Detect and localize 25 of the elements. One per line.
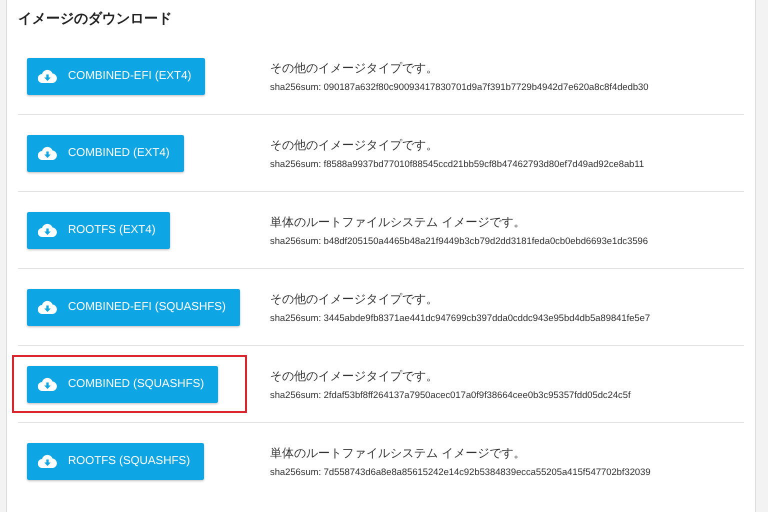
image-description: その他のイメージタイプです。 [270,137,439,154]
checksum-text: sha256sum: b48df205150a4465b48a21f9449b3cb79d2dd3181feda0cb0ebd6693e1dc3596 [270,235,648,246]
download-button[interactable]: COMBINED (EXT4) [27,134,184,172]
checksum-text: sha256sum: 3445abde9fb8371ae441dc947699cb397dda0cddc943e95bd4db5a89841fe5e7 [270,312,650,323]
download-button[interactable]: COMBINED-EFI (SQUASHFS) [27,288,240,326]
cloud-download-icon [38,454,57,468]
cloud-download-icon [38,223,57,237]
section-title: イメージのダウンロード [18,10,173,28]
checksum-text: sha256sum: 7d558743d6a8e8a85615242e14c92b5384839ecca55205a415f547702bf32039 [270,466,651,477]
download-button[interactable]: COMBINED (SQUASHFS) [27,366,218,402]
download-button[interactable]: ROOTFS (SQUASHFS) [27,442,204,480]
checksum-text: sha256sum: f8588a9937bd77010f88545ccd21bb59cf8b47462793d80ef7d49ad92ce8ab11 [270,158,644,169]
image-description: その他のイメージタイプです。 [270,291,439,308]
checksum-text: sha256sum: 2fdaf53bf8ff264137a7950acec017a0f9f38664cee0b3c95357fdd05dc24c5f [270,389,631,400]
download-button[interactable]: ROOTFS (EXT4) [27,212,170,248]
cloud-download-icon [38,146,57,160]
cloud-download-icon [38,300,57,314]
cloud-download-icon [38,377,57,391]
download-button[interactable]: COMBINED-EFI (EXT4) [27,58,206,94]
cloud-download-icon [38,69,57,83]
image-description: その他のイメージタイプです。 [270,60,439,77]
image-description: 単体のルートファイルシステム イメージです。 [270,214,526,231]
checksum-text: sha256sum: 090187a632f80c90093417830701d9a7f391b7729b4942d7e620a8c8f4dedb30 [270,81,648,92]
image-description: その他のイメージタイプです。 [270,368,439,385]
image-description: 単体のルートファイルシステム イメージです。 [270,445,526,462]
